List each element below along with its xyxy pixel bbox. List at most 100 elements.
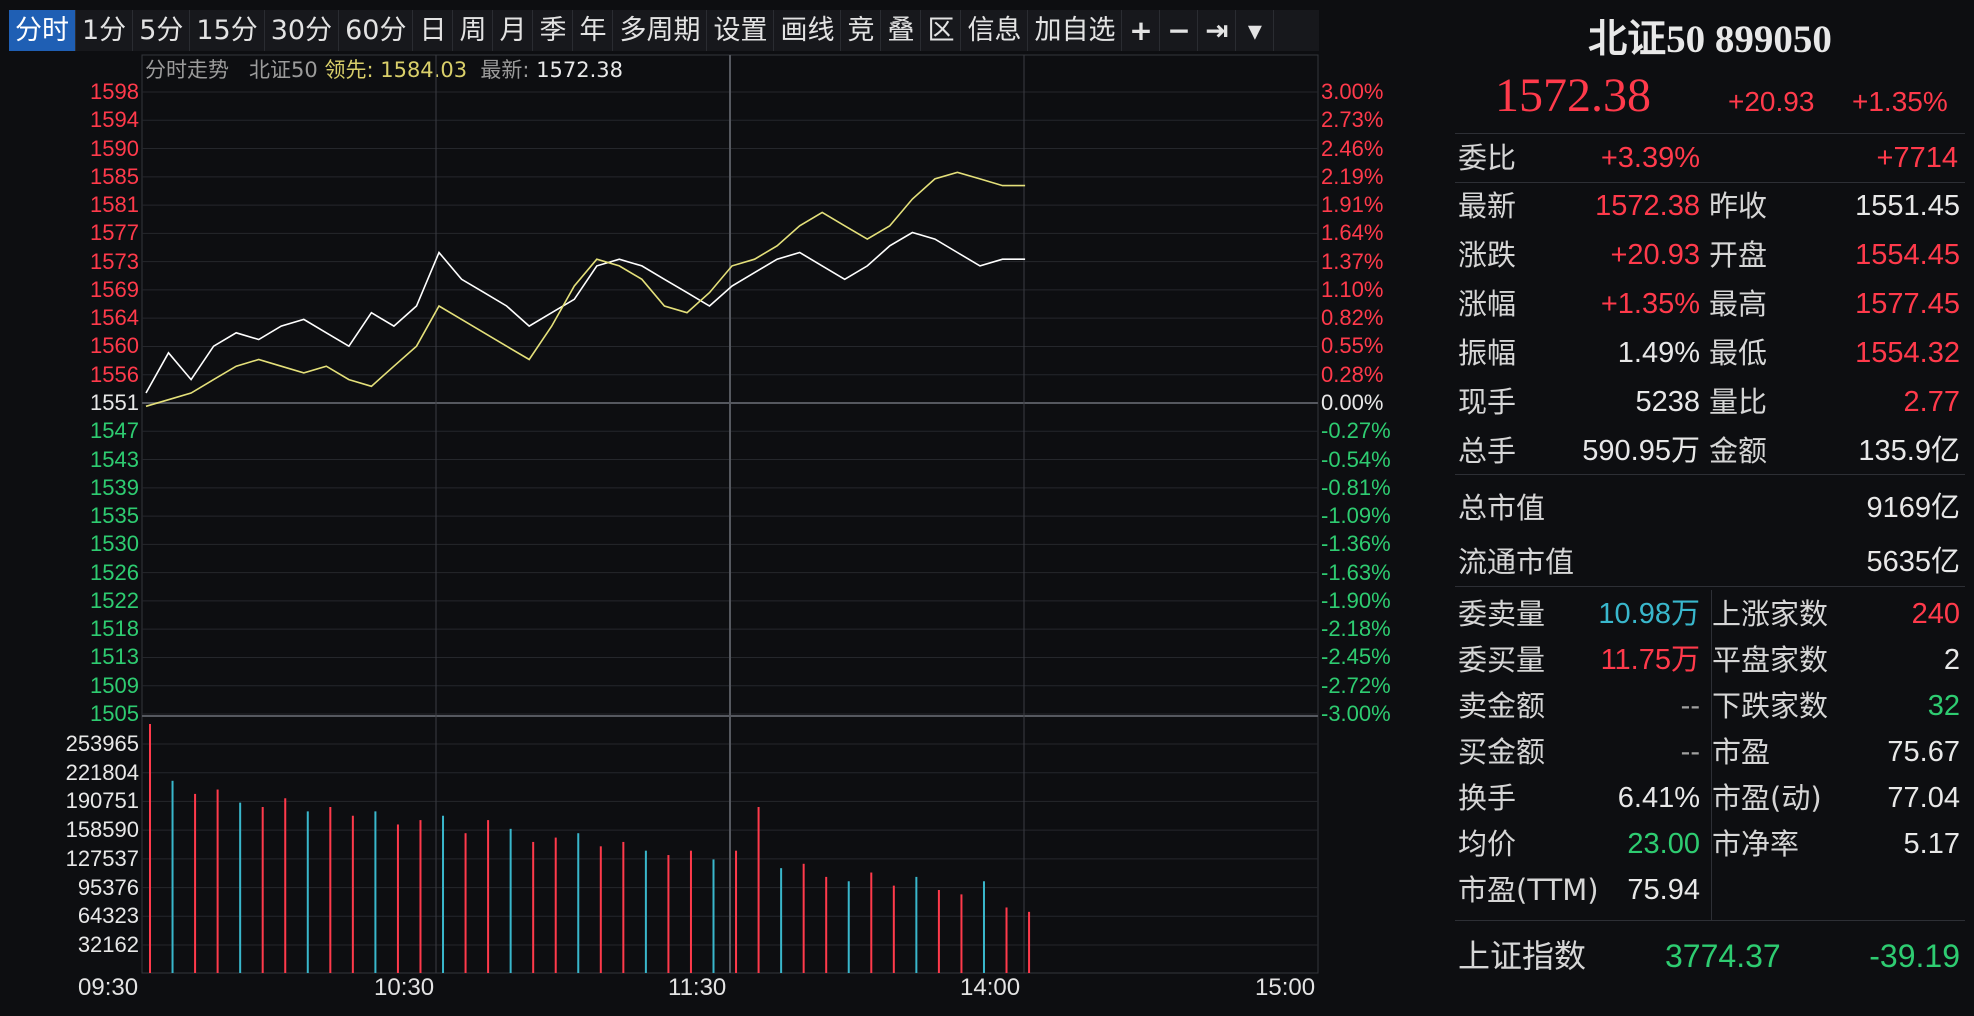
- period-tab-16[interactable]: 区: [921, 10, 962, 51]
- stat-value: 2.77: [1903, 386, 1960, 418]
- pct-tick-label: 2.19%: [1321, 163, 1384, 189]
- total-cap-value: 9169亿: [1866, 492, 1960, 524]
- price-tick-label: 1543: [90, 446, 139, 472]
- stat-label: 最新: [1458, 189, 1517, 223]
- period-tab-7[interactable]: 周: [453, 10, 494, 51]
- breadth-label: 平盘家数: [1712, 643, 1829, 677]
- volume-bar: [825, 876, 828, 973]
- volume-bar: [960, 894, 963, 973]
- pct-tick-label: -1.36%: [1321, 531, 1391, 557]
- stat-value: 1.49%: [1617, 337, 1700, 369]
- price-tick-label: 1535: [90, 503, 139, 529]
- pct-tick-label: -2.18%: [1321, 616, 1391, 642]
- index-label: 上证指数: [1458, 937, 1587, 975]
- pct-tick-label: -2.45%: [1321, 644, 1391, 670]
- price-tick-label: 1505: [90, 701, 139, 726]
- volume-bar: [351, 815, 354, 973]
- period-tab-17[interactable]: 信息: [961, 10, 1029, 51]
- volume-tick-label: 95376: [77, 874, 139, 900]
- float-cap-label: 流通市值: [1458, 545, 1575, 579]
- period-tab-1[interactable]: 1分: [76, 10, 134, 51]
- volume-bar: [780, 868, 783, 973]
- volume-tick-label: 221804: [65, 759, 139, 785]
- price-tick-label: 1564: [90, 305, 139, 331]
- period-tab-14[interactable]: 竞: [841, 10, 882, 51]
- price-tick-label: 1573: [90, 248, 139, 274]
- intraday-chart[interactable]: [0, 51, 1420, 996]
- volume-bar: [442, 815, 445, 973]
- volume-bar: [712, 859, 715, 973]
- price-tick-label: 1598: [90, 79, 139, 104]
- period-tab-11[interactable]: 多周期: [613, 10, 708, 51]
- lead-line: [145, 171, 1026, 408]
- breadth-label: 下跌家数: [1712, 689, 1829, 723]
- price-tick-label: 1509: [90, 672, 139, 698]
- breadth-label: 市盈: [1712, 735, 1771, 769]
- stat-value: 135.9亿: [1858, 435, 1960, 467]
- breadth-label: 委买量: [1458, 643, 1546, 677]
- quote-panel: 北证50 899050 1572.38 +20.93 +1.35% 委比 +3.…: [1455, 0, 1965, 1016]
- time-tick-label: 09:30: [78, 974, 139, 1001]
- period-tab-15[interactable]: 叠: [881, 10, 922, 51]
- period-tab-12[interactable]: 设置: [707, 10, 775, 51]
- period-toolbar: 分时 1分 5分 15分 30分 60分日周月季年多周期 设置 画线竞叠区信息 加自选 + − ⇥ ▾: [9, 10, 1319, 51]
- volume-bar: [374, 811, 377, 973]
- breadth-value: 77.04: [1887, 782, 1960, 814]
- period-tab-0[interactable]: 分时: [9, 10, 76, 51]
- pct-tick-label: -1.90%: [1321, 587, 1391, 613]
- period-tab-8[interactable]: 月: [493, 10, 534, 51]
- period-tab-18[interactable]: 加自选: [1028, 10, 1123, 51]
- period-tab-10[interactable]: 年: [573, 10, 614, 51]
- stat-label: 涨幅: [1458, 287, 1517, 321]
- volume-bar: [1028, 911, 1031, 973]
- volume-bar: [554, 837, 557, 973]
- period-tab-4[interactable]: 30分: [265, 10, 340, 51]
- period-tab-3[interactable]: 15分: [190, 10, 265, 51]
- volume-tick-label: 127537: [65, 845, 139, 871]
- stat-value: +1.35%: [1600, 288, 1700, 320]
- stat-value: +20.93: [1610, 239, 1700, 271]
- period-tab-9[interactable]: 季: [533, 10, 574, 51]
- volume-bar: [599, 846, 602, 973]
- breadth-label: 上涨家数: [1712, 597, 1829, 631]
- breadth-value: 75.67: [1887, 736, 1960, 768]
- volume-bar: [239, 802, 242, 973]
- volume-bar: [487, 820, 490, 973]
- stat-value: 1554.32: [1855, 337, 1960, 369]
- volume-tick-label: 32162: [77, 932, 139, 957]
- pct-tick-label: -2.72%: [1321, 672, 1391, 698]
- price-tick-label: 1590: [90, 135, 139, 161]
- breadth-label: 市盈(动): [1712, 781, 1822, 815]
- stat-label: 金额: [1709, 434, 1768, 468]
- volume-bar: [261, 807, 264, 973]
- period-tab-2[interactable]: 5分: [133, 10, 191, 51]
- minus-icon[interactable]: −: [1160, 10, 1199, 51]
- pct-tick-label: 1.37%: [1321, 248, 1384, 274]
- plus-icon[interactable]: +: [1122, 10, 1161, 51]
- stat-label: 振幅: [1458, 336, 1517, 370]
- volume-bar: [532, 841, 535, 973]
- period-tab-6[interactable]: 日: [413, 10, 454, 51]
- fullscreen-icon[interactable]: ⇥: [1198, 10, 1237, 51]
- period-tab-13[interactable]: 画线: [774, 10, 842, 51]
- price-tick-label: 1594: [90, 107, 139, 133]
- volume-bar: [982, 881, 985, 973]
- price-tick-label: 1585: [90, 163, 139, 189]
- price-tick-label: 1569: [90, 276, 139, 302]
- time-tick-label: 10:30: [374, 974, 435, 1001]
- volume-bar: [689, 850, 692, 973]
- stat-value: 1551.45: [1855, 190, 1960, 222]
- price-tick-label: 1522: [90, 587, 139, 613]
- time-tick-label: 11:30: [668, 974, 727, 1001]
- index-change: -39.19: [1869, 938, 1960, 974]
- volume-bar: [870, 872, 873, 973]
- breadth-value: 6.41%: [1617, 782, 1700, 814]
- dropdown-icon[interactable]: ▾: [1236, 10, 1275, 51]
- price-tick-label: 1560: [90, 333, 139, 359]
- price-tick-label: 1547: [90, 418, 139, 444]
- pct-tick-label: -0.54%: [1321, 446, 1391, 472]
- volume-bar: [577, 833, 580, 973]
- period-tab-5[interactable]: 60分: [339, 10, 414, 51]
- breadth-value: --: [1680, 736, 1700, 768]
- stat-label: 最高: [1709, 287, 1768, 321]
